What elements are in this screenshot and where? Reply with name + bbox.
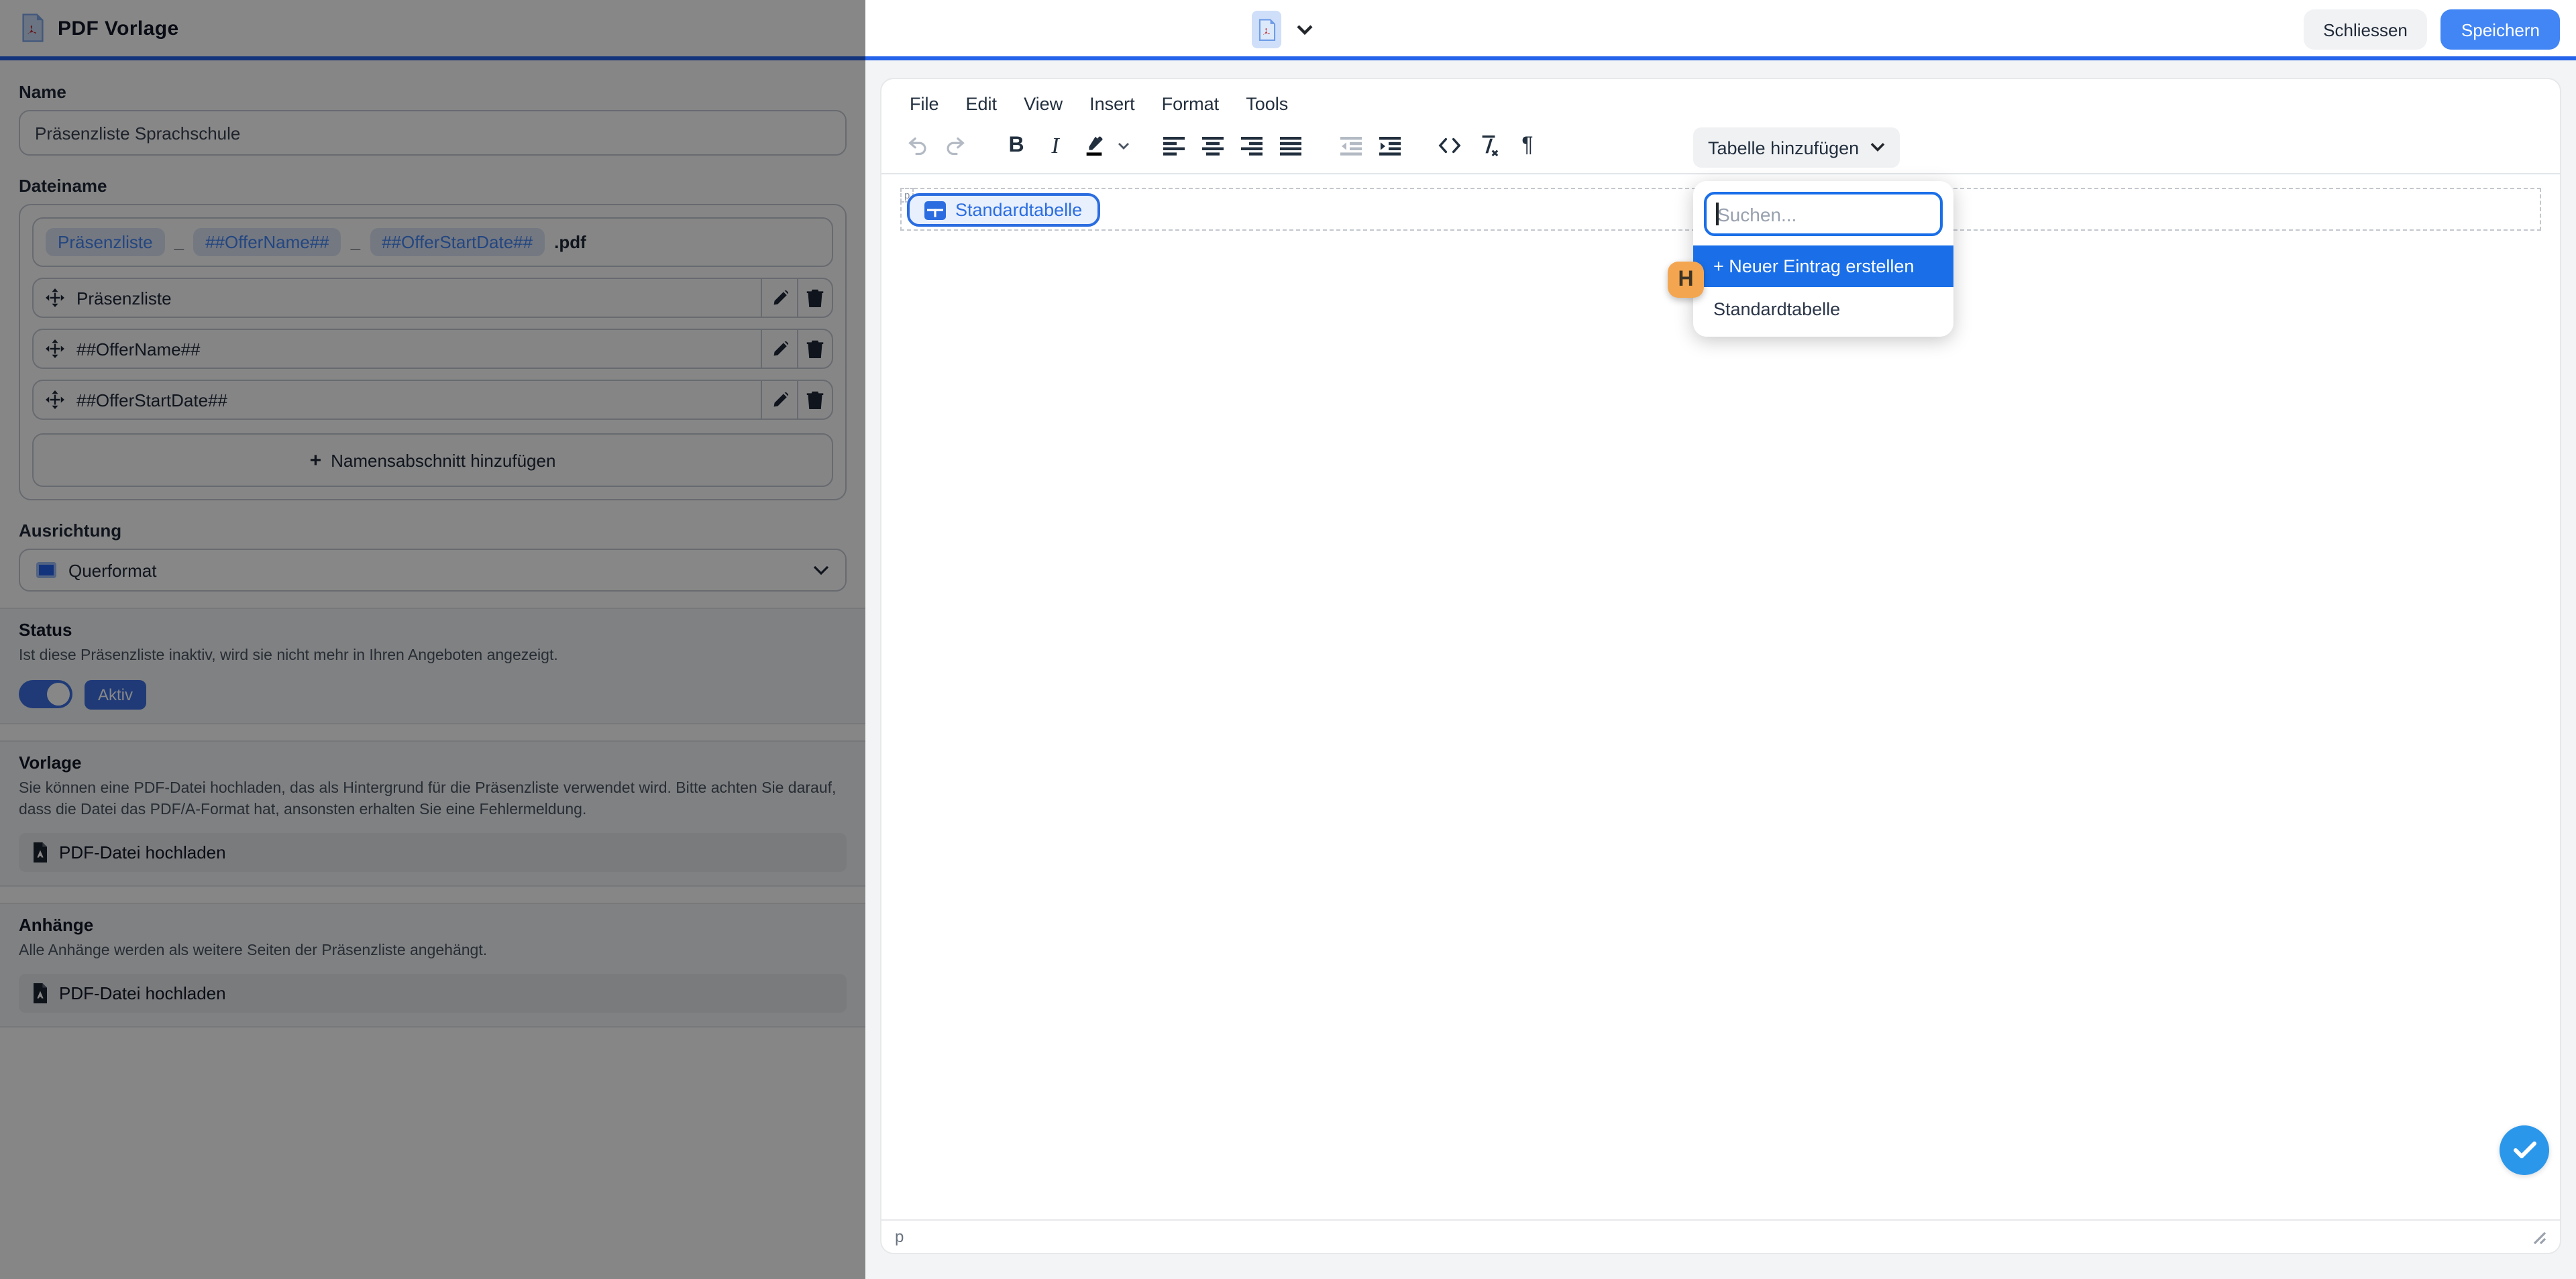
misc-group: ¶ — [1430, 126, 1547, 165]
main-panel: Schliessen Speichern File Edit View Inse… — [865, 0, 2576, 1279]
table-add-label: Tabelle hinzufügen — [1708, 137, 1859, 158]
align-group — [1154, 126, 1309, 165]
document-switcher[interactable] — [1252, 11, 1313, 48]
chevron-down-icon[interactable] — [1114, 126, 1132, 165]
element-path[interactable]: p — [895, 1227, 904, 1245]
dropdown-option-standardtabelle[interactable]: Standardtabelle — [1704, 287, 1943, 329]
table-icon — [924, 201, 946, 219]
table-placeholder-chip[interactable]: Standardtabelle — [907, 193, 1099, 227]
editor-menubar: File Edit View Insert Format Tools — [881, 79, 2560, 123]
indent-group — [1331, 126, 1409, 165]
save-button[interactable]: Speichern — [2441, 9, 2560, 50]
close-button[interactable]: Schliessen — [2303, 9, 2428, 50]
pdf-file-icon — [1252, 11, 1281, 48]
sidebar-dim-overlay — [0, 0, 865, 1279]
indent-icon[interactable] — [1370, 126, 1409, 165]
confirm-check-button[interactable] — [2500, 1125, 2549, 1174]
pdf-template-editor: PDF Vorlage Name Präsenzliste Sprachschu… — [0, 0, 2576, 1279]
editor-statusbar: p — [881, 1219, 2560, 1252]
editor-toolbar: B I — [881, 123, 2560, 174]
bold-icon[interactable]: B — [997, 126, 1036, 165]
richtext-editor: File Edit View Insert Format Tools B — [880, 78, 2561, 1254]
clear-formatting-icon[interactable] — [1469, 126, 1508, 165]
text-cursor — [1716, 203, 1718, 225]
chevron-down-icon — [1870, 142, 1884, 153]
outdent-icon[interactable] — [1331, 126, 1370, 165]
table-add-button[interactable]: Tabelle hinzufügen — [1693, 127, 1899, 168]
align-center-icon[interactable] — [1193, 126, 1232, 165]
italic-icon[interactable]: I — [1036, 126, 1075, 165]
main-header: Schliessen Speichern — [865, 0, 2576, 60]
menu-view[interactable]: View — [1012, 89, 1075, 119]
sidebar: PDF Vorlage Name Präsenzliste Sprachschu… — [0, 0, 865, 1279]
highlight-color-icon[interactable] — [1075, 126, 1114, 165]
align-left-icon[interactable] — [1154, 126, 1193, 165]
create-new-entry-item[interactable]: + Neuer Eintrag erstellen — [1693, 245, 1953, 287]
search-input[interactable] — [1717, 203, 1929, 225]
source-code-icon[interactable] — [1430, 126, 1469, 165]
paragraph-mark-icon[interactable]: ¶ — [1508, 126, 1547, 165]
menu-format[interactable]: Format — [1150, 89, 1232, 119]
redo-icon[interactable] — [936, 126, 975, 165]
history-group — [898, 126, 975, 165]
chevron-down-icon[interactable] — [1296, 23, 1313, 36]
table-dropdown: + Neuer Eintrag erstellen Standardtabell… — [1693, 181, 1953, 337]
menu-file[interactable]: File — [898, 89, 951, 119]
h-badge[interactable]: H — [1668, 262, 1704, 298]
menu-tools[interactable]: Tools — [1234, 89, 1300, 119]
undo-icon[interactable] — [898, 126, 936, 165]
table-placeholder-label: Standardtabelle — [955, 200, 1082, 220]
format-group: B I — [997, 126, 1132, 165]
dropdown-search — [1704, 192, 1943, 236]
align-right-icon[interactable] — [1232, 126, 1271, 165]
menu-insert[interactable]: Insert — [1077, 89, 1147, 119]
align-justify-icon[interactable] — [1271, 126, 1309, 165]
header-actions: Schliessen Speichern — [2303, 9, 2560, 50]
resize-handle-icon[interactable] — [2529, 1227, 2546, 1245]
menu-edit[interactable]: Edit — [954, 89, 1010, 119]
